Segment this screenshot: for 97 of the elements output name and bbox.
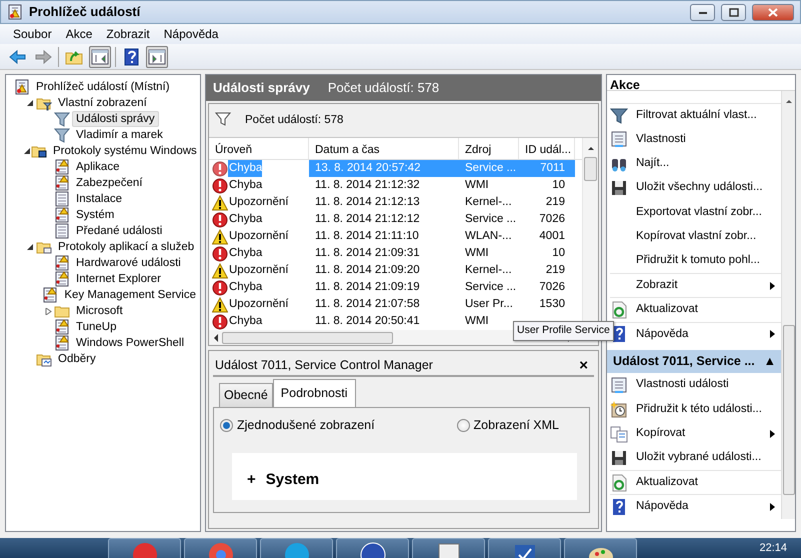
action-link[interactable]: Exportovat vlastní zobr... (636, 204, 775, 221)
table-cell-text: 11. 8. 2014 21:11:10 (314, 229, 420, 244)
action-link[interactable]: Zobrazit (636, 277, 762, 294)
tree-item[interactable]: Instalace (72, 191, 126, 207)
tree-item[interactable]: Zabezpečení (72, 175, 146, 191)
column-header[interactable]: Datum a čas (309, 138, 459, 160)
expand-toggle[interactable]: + (247, 469, 256, 492)
tree-item[interactable]: Protokoly aplikací a služeb (54, 239, 198, 255)
tree-item[interactable]: Microsoft (72, 303, 127, 319)
action-link[interactable]: Filtrovat aktuální vlast... (636, 107, 775, 124)
table-cell-text: 7026 (538, 212, 566, 227)
tree-item[interactable]: Aplikace (72, 159, 124, 175)
tab[interactable]: Obecné (219, 383, 273, 407)
table-cell-text: Chyba (228, 178, 262, 193)
tree-item[interactable]: Události správy (72, 111, 159, 127)
table-cell-text: 219 (544, 195, 566, 210)
table-cell-text: User Pr... (464, 297, 514, 312)
collapse-toggle[interactable]: ▲ (764, 352, 776, 371)
table-cell-text: 1530 (538, 297, 566, 312)
table-cell-text: 219 (544, 263, 566, 278)
clock: 22:14 (759, 541, 788, 556)
action-link[interactable]: Aktualizovat (636, 474, 775, 492)
table-cell: Chyba (228, 160, 262, 178)
menu-item[interactable]: Soubor (8, 25, 61, 43)
table-cell-text: Kernel-... (464, 263, 513, 278)
radio-label[interactable]: Zjednodušené zobrazení (237, 416, 375, 435)
table-cell-text: WMI (464, 314, 490, 329)
table-cell-text: 11. 8. 2014 21:12:32 (314, 178, 421, 193)
pane-title: Události správy (213, 79, 310, 98)
action-link[interactable]: Kopírovat vlastní zobr... (636, 228, 775, 246)
table-cell-text: Upozornění (228, 195, 288, 210)
table-cell-text: 10 (551, 246, 566, 261)
tree-item[interactable]: Key Management Service (60, 287, 200, 303)
tree-item[interactable]: Vladimír a marek (72, 127, 167, 143)
table-cell-text: WLAN-... (464, 229, 513, 244)
close-button[interactable]: × (577, 358, 590, 372)
tree-item[interactable]: Systém (72, 207, 118, 223)
action-link[interactable]: Uložit všechny události... (636, 179, 775, 197)
window-title: Prohlížeč událostí (29, 3, 140, 22)
column-header[interactable]: ID udál... (519, 138, 575, 160)
radio-label[interactable]: Zobrazení XML (474, 416, 559, 435)
table-cell-text: 11. 8. 2014 21:12:13 (314, 195, 421, 210)
table-cell-text: 11. 8. 2014 21:09:19 (314, 280, 421, 295)
table-cell-text: 7026 (538, 280, 566, 295)
action-link[interactable]: Najít... (636, 155, 775, 172)
action-link[interactable]: Kopírovat (636, 425, 762, 442)
table-cell-text: 10 (551, 178, 566, 193)
column-header[interactable]: Zdroj (459, 138, 519, 160)
tree-item[interactable]: Předané události (72, 223, 166, 239)
table-cell: Service ... (459, 160, 519, 178)
tree-item[interactable]: Protokoly systému Windows (49, 143, 200, 159)
action-link[interactable]: Nápověda (636, 326, 762, 343)
column-header[interactable]: Úroveň (209, 138, 309, 160)
table-cell-text: 11. 8. 2014 21:12:12 (314, 212, 421, 227)
tree-item[interactable]: Prohlížeč událostí (Místní) (32, 79, 174, 95)
detail-title: Událost 7011, Service Control Manager (215, 356, 433, 374)
table-cell-text: WMI (464, 178, 490, 193)
menu-item[interactable]: Akce (60, 25, 102, 43)
event-count: Počet událostí: 578 (328, 79, 440, 98)
action-link[interactable]: Uložit vybrané události... (636, 449, 775, 467)
table-cell-text: Service ... (464, 280, 518, 295)
section-title: System (266, 470, 320, 490)
tree-item[interactable]: Odběry (54, 351, 100, 367)
action-link[interactable]: Vlastnosti události (636, 376, 775, 394)
table-cell-text: 4001 (538, 229, 566, 244)
tree-item[interactable]: Windows PowerShell (72, 335, 188, 351)
table-cell-text: Chyba (228, 246, 262, 261)
table-cell: 7011 (519, 160, 575, 178)
table-cell-text: 11. 8. 2014 21:09:20 (314, 263, 421, 278)
table-cell: 13. 8. 2014 20:57:42 (309, 160, 459, 178)
action-link[interactable]: Přidružit k této události... (636, 400, 775, 418)
menu-item[interactable]: Nápověda (158, 25, 228, 43)
action-link[interactable]: Nápověda (636, 498, 762, 516)
tooltip: User Profile Service (513, 321, 614, 341)
table-cell-text: Chyba (228, 212, 262, 227)
section-header: Událost 7011, Service ... (613, 353, 755, 370)
table-cell-text: Upozornění (228, 297, 288, 312)
table-cell-text: Upozornění (228, 263, 288, 278)
tree-item[interactable]: Hardwarové události (72, 255, 185, 271)
tree-item[interactable]: Vlastní zobrazení (54, 95, 151, 111)
filter-summary: Počet událostí: 578 (245, 113, 344, 128)
table-cell-text: Service ... (464, 212, 518, 227)
action-link[interactable]: Vlastnosti (636, 130, 775, 148)
table-cell-text: Kernel-... (464, 195, 513, 210)
table-cell-text: WMI (464, 246, 490, 261)
tree-item[interactable]: TuneUp (72, 319, 120, 335)
table-cell-text: Upozornění (228, 229, 288, 244)
action-link[interactable]: Přidružit k tomuto pohl... (636, 252, 775, 270)
menu-item[interactable]: Zobrazit (101, 25, 159, 43)
table-cell-text: Chyba (228, 280, 262, 295)
table-cell-text: 11. 8. 2014 21:07:58 (314, 297, 421, 312)
table-cell-text: 11. 8. 2014 21:09:31 (314, 246, 421, 261)
tab[interactable]: Podrobnosti (272, 379, 356, 408)
table-cell-text: 11. 8. 2014 20:50:41 (314, 314, 421, 329)
tree-item[interactable]: Internet Explorer (72, 271, 166, 287)
table-cell-text: Chyba (228, 314, 262, 329)
action-link[interactable]: Aktualizovat (636, 301, 775, 319)
